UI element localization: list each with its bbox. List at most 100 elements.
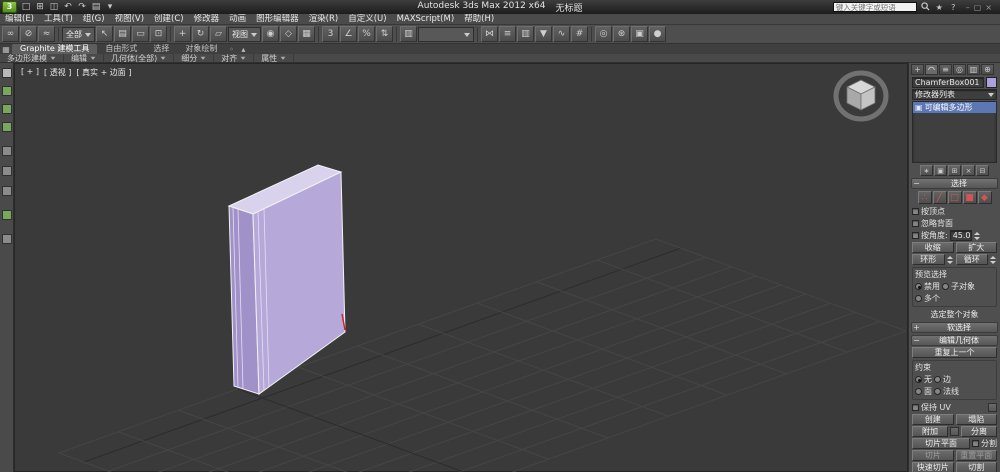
detach-button[interactable]: 分离	[961, 426, 997, 437]
left-toolbar-icon-3[interactable]	[2, 104, 12, 114]
maximize-icon[interactable]: ▢	[974, 3, 982, 12]
polygon-subobject-icon[interactable]: ■	[962, 191, 977, 204]
infocenter-search-input[interactable]	[832, 2, 917, 12]
spinner-snap-icon[interactable]: ⇅	[376, 26, 393, 42]
viewcube[interactable]	[829, 68, 893, 128]
tab-object-paint[interactable]: 对象绘制	[177, 44, 225, 54]
constraint-face-radio[interactable]	[915, 388, 922, 395]
close-icon[interactable]: ×	[985, 3, 992, 12]
app-menu-logo-icon[interactable]: 3	[2, 1, 17, 13]
align-icon[interactable]: ≡	[499, 26, 516, 42]
vertex-subobject-icon[interactable]: ∴	[917, 191, 932, 204]
render-production-icon[interactable]: ●	[649, 26, 666, 42]
ribbon-launcher-icon[interactable]: ▦	[0, 45, 12, 54]
tab-graphite-modeling[interactable]: Graphite 建模工具	[12, 44, 98, 54]
slice-button[interactable]: 切片	[912, 450, 954, 461]
viewport-shading-label[interactable]: [ 真实 + 边面 ]	[76, 67, 131, 78]
preserve-uvs-settings-icon[interactable]	[988, 403, 997, 412]
graphite-ribbon-toggle-icon[interactable]: ▼	[535, 26, 552, 42]
pin-stack-icon[interactable]: ∗	[920, 165, 933, 176]
favorites-star-icon[interactable]: ★	[934, 3, 945, 12]
named-selection-sets-dropdown[interactable]	[418, 26, 474, 42]
panel-geometry-all[interactable]: 几何体(全部)	[104, 54, 175, 63]
angle-spinner[interactable]	[973, 231, 981, 241]
left-toolbar-icon-2[interactable]	[2, 86, 12, 96]
object-name-field[interactable]: ChamferBox001	[912, 77, 984, 88]
preview-off-radio[interactable]	[915, 283, 922, 290]
motion-tab-icon[interactable]: ◎	[953, 64, 966, 75]
viewport-canvas[interactable]	[15, 64, 909, 472]
grow-button[interactable]: 扩大	[955, 242, 997, 253]
show-end-result-icon[interactable]: ▣	[934, 165, 947, 176]
left-toolbar-icon-1[interactable]	[2, 68, 12, 78]
utilities-tab-icon[interactable]: ⊕	[981, 64, 994, 75]
tab-freeform[interactable]: 自由形式	[97, 44, 145, 54]
repeat-last-button[interactable]: 重复上一个	[912, 347, 997, 358]
ribbon-options-icon[interactable]: ◦	[225, 45, 237, 54]
menu-views[interactable]: 视图(V)	[110, 14, 149, 25]
modifier-list-dropdown[interactable]: 修改器列表	[912, 89, 997, 100]
use-pivot-center-icon[interactable]: ◉	[262, 26, 279, 42]
bind-to-space-warp-icon[interactable]: ≈	[38, 26, 55, 42]
menu-tools[interactable]: 工具(T)	[39, 14, 78, 25]
by-angle-checkbox[interactable]	[912, 232, 919, 239]
ring-button[interactable]: 环形	[912, 254, 945, 265]
viewcube-cube[interactable]	[846, 79, 876, 111]
layer-manager-icon[interactable]: ▥	[517, 26, 534, 42]
menu-customize[interactable]: 自定义(U)	[343, 14, 391, 25]
left-toolbar-icon-8[interactable]	[2, 210, 12, 220]
viewport-menu-plus[interactable]: [ + ]	[21, 67, 39, 78]
constraint-normal-radio[interactable]	[934, 388, 941, 395]
border-subobject-icon[interactable]: □	[947, 191, 962, 204]
panel-polygon-modeling[interactable]: 多边形建模	[0, 54, 64, 63]
project-folder-icon[interactable]: ▤	[90, 2, 102, 12]
mirror-icon[interactable]: ⋈	[481, 26, 498, 42]
rollout-edit-geometry-header[interactable]: − 编辑几何体	[911, 335, 998, 346]
create-tab-icon[interactable]: +	[911, 64, 924, 75]
attach-settings-icon[interactable]	[950, 427, 959, 436]
select-and-manipulate-icon[interactable]: ◇	[280, 26, 297, 42]
constraint-edge-radio[interactable]	[934, 376, 941, 383]
open-file-icon[interactable]: ⊞	[34, 2, 46, 12]
menu-maxscript[interactable]: MAXScript(M)	[392, 14, 460, 25]
select-object-icon[interactable]: ↖	[96, 26, 113, 42]
rollout-soft-selection-header[interactable]: + 软选择	[911, 322, 998, 333]
qat-dropdown-icon[interactable]: ▾	[104, 2, 116, 12]
curve-editor-icon[interactable]: ∿	[553, 26, 570, 42]
unlink-selection-icon[interactable]: ⊘	[20, 26, 37, 42]
collapse-button[interactable]: 塌陷	[955, 414, 997, 425]
select-by-name-icon[interactable]: ▤	[114, 26, 131, 42]
angle-snap-icon[interactable]: ∠	[340, 26, 357, 42]
edge-subobject-icon[interactable]: ╱	[932, 191, 947, 204]
rectangular-selection-region-icon[interactable]: ▭	[132, 26, 149, 42]
help-icon[interactable]: ?	[948, 3, 959, 12]
select-and-rotate-icon[interactable]: ↻	[192, 26, 209, 42]
remove-modifier-icon[interactable]: ×	[962, 165, 975, 176]
menu-graph-editors[interactable]: 图形编辑器	[251, 14, 304, 25]
hierarchy-tab-icon[interactable]: ≡	[939, 64, 952, 75]
left-toolbar-icon-6[interactable]	[2, 166, 12, 176]
select-and-move-icon[interactable]: +	[174, 26, 191, 42]
rollout-selection-header[interactable]: − 选择	[911, 178, 998, 189]
by-vertex-checkbox[interactable]	[912, 208, 919, 215]
quickslice-button[interactable]: 快速切片	[912, 462, 954, 472]
split-checkbox[interactable]	[972, 440, 979, 447]
create-button[interactable]: 创建	[912, 414, 954, 425]
left-toolbar-icon-4[interactable]	[2, 122, 12, 132]
menu-modifiers[interactable]: 修改器	[189, 14, 225, 25]
left-toolbar-icon-9[interactable]	[2, 234, 12, 244]
selection-filter-dropdown[interactable]: 全部	[62, 26, 95, 42]
ring-spinner[interactable]	[946, 255, 954, 265]
loop-button[interactable]: 循环	[955, 254, 988, 265]
window-crossing-icon[interactable]: ⊡	[150, 26, 167, 42]
new-scene-icon[interactable]: □	[20, 2, 32, 12]
menu-rendering[interactable]: 渲染(R)	[304, 14, 344, 25]
menu-help[interactable]: 帮助(H)	[459, 14, 499, 25]
schematic-view-icon[interactable]: #	[571, 26, 588, 42]
cut-button[interactable]: 切割	[955, 462, 997, 472]
undo-icon[interactable]: ↶	[62, 2, 74, 12]
menu-edit[interactable]: 编辑(E)	[0, 14, 39, 25]
make-unique-icon[interactable]: ⊞	[948, 165, 961, 176]
select-and-link-icon[interactable]: ∞	[2, 26, 19, 42]
panel-subdivision[interactable]: 细分	[174, 54, 215, 63]
